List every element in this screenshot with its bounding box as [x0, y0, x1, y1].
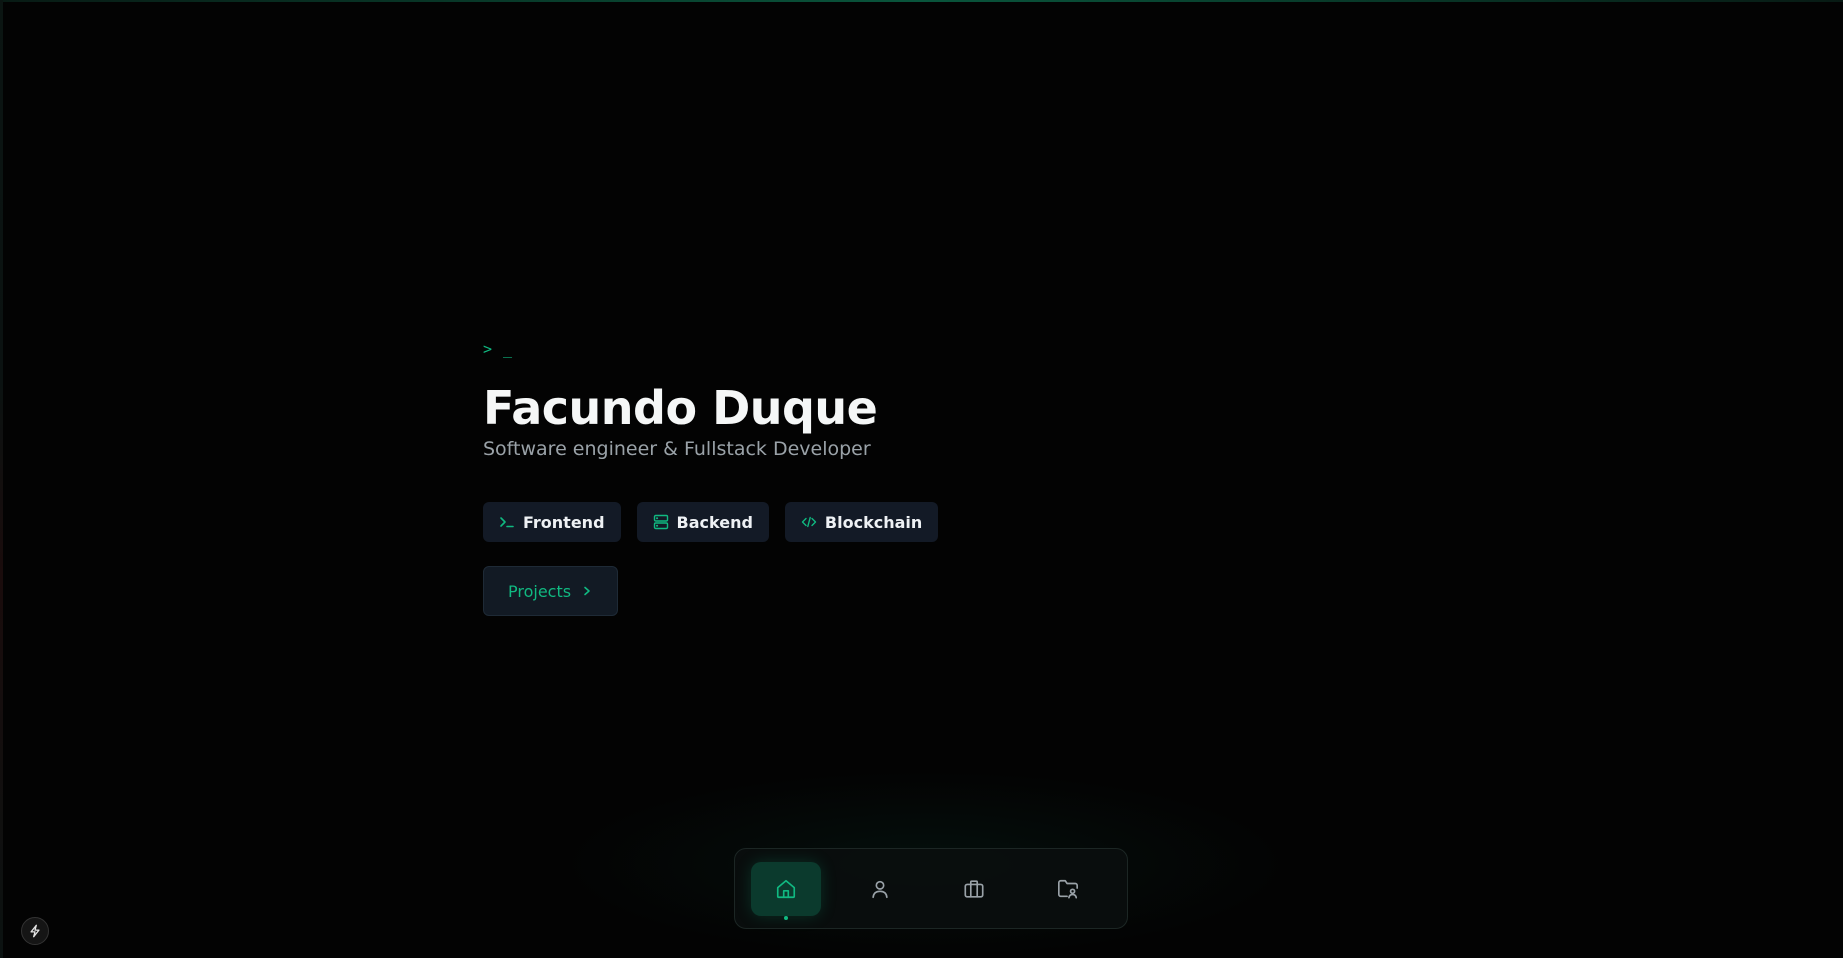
- chip-frontend: Frontend: [483, 502, 621, 542]
- dev-tools-badge[interactable]: [21, 917, 49, 945]
- chip-label: Blockchain: [824, 512, 923, 532]
- projects-button-label: Projects: [508, 581, 572, 601]
- dock-item-projects[interactable]: [1033, 862, 1103, 916]
- chip-label: Backend: [676, 512, 753, 532]
- hero-section: > _ Facundo Duque Software engineer & Fu…: [483, 338, 1183, 616]
- top-accent-line: [0, 0, 1843, 2]
- subtitle: Software engineer & Fullstack Developer: [483, 438, 871, 460]
- page-title: Facundo Duque: [483, 381, 878, 435]
- terminal-icon: [499, 514, 515, 530]
- dock-item-home[interactable]: [751, 861, 821, 920]
- page: > _ Facundo Duque Software engineer & Fu…: [0, 0, 1843, 958]
- projects-button[interactable]: Projects: [483, 566, 619, 616]
- skill-chips: Frontend Backend Blockchain: [483, 502, 1183, 542]
- dock-item-experience[interactable]: [939, 862, 1009, 916]
- terminal-prompt: > _: [483, 340, 514, 358]
- chip-backend: Backend: [636, 502, 769, 542]
- folder-user-icon: [1057, 878, 1079, 900]
- chip-blockchain: Blockchain: [784, 502, 939, 542]
- briefcase-icon: [963, 878, 985, 900]
- chip-label: Frontend: [523, 512, 605, 532]
- code-icon: [801, 514, 817, 530]
- server-icon: [653, 514, 669, 530]
- active-indicator-dot: [784, 915, 788, 920]
- chevron-right-icon: [581, 585, 593, 597]
- bottom-dock-nav: [734, 848, 1128, 929]
- left-edge: [0, 0, 3, 958]
- lightning-bolt-icon: [28, 924, 42, 938]
- home-icon: [775, 878, 797, 900]
- dock-item-about[interactable]: [845, 862, 915, 916]
- user-icon: [869, 878, 891, 900]
